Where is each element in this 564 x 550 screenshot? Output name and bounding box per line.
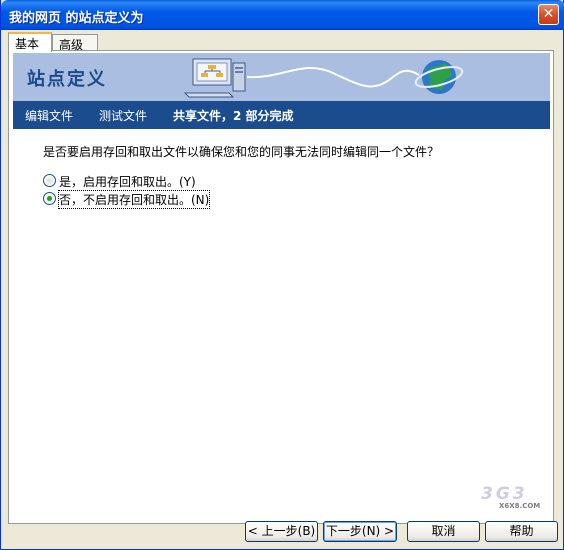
checkin-question: 是否要启用存回和取出文件以确保您和您的同事无法同时编辑同一个文件？ — [43, 145, 440, 159]
banner-title: 站点定义 — [27, 69, 107, 90]
tab-advanced[interactable]: 高级 — [52, 34, 98, 52]
radio-enable[interactable] — [43, 174, 56, 187]
window-title: 我的网页 的站点定义为 — [9, 11, 144, 26]
computer-network-globe-icon — [183, 58, 464, 98]
tab-basic[interactable]: 基本 — [8, 32, 52, 52]
step-test-files: 测试文件 — [99, 109, 148, 123]
dialog-body: 基本 高级 站点定义 编辑文件 测试文件 共享文件，2 部分完成 是否要启用存回… — [4, 30, 560, 546]
tab-panel: 站点定义 编辑文件 测试文件 共享文件，2 部分完成 是否要启用存回和取出文件以… — [8, 50, 554, 524]
next-button[interactable]: 下一步(N) > — [323, 521, 397, 542]
back-button[interactable]: < 上一步(B) — [245, 521, 318, 542]
title-bar[interactable]: 我的网页 的站点定义为 ✕ — [1, 0, 564, 30]
site-definition-dialog: 我的网页 的站点定义为 ✕ 基本 高级 站点定义 编辑文件 测试文件 共享文件，… — [0, 0, 564, 550]
cancel-button[interactable]: 取消 — [407, 521, 480, 542]
wizard-banner: 站点定义 — [13, 53, 550, 101]
wizard-steps: 编辑文件 测试文件 共享文件，2 部分完成 — [13, 101, 550, 129]
close-icon: ✕ — [542, 6, 555, 22]
step-share-files: 共享文件，2 部分完成 — [173, 109, 294, 123]
option-disable-label: 否，不启用存回和取出。(N) — [57, 190, 211, 209]
close-button[interactable]: ✕ — [538, 4, 559, 25]
help-button[interactable]: 帮助 — [485, 521, 558, 542]
radio-disable[interactable] — [43, 192, 56, 205]
option-enable-label: 是，启用存回和取出。(Y) — [59, 175, 196, 189]
radio-selected-dot — [47, 196, 52, 201]
step-edit-files: 编辑文件 — [25, 109, 74, 123]
